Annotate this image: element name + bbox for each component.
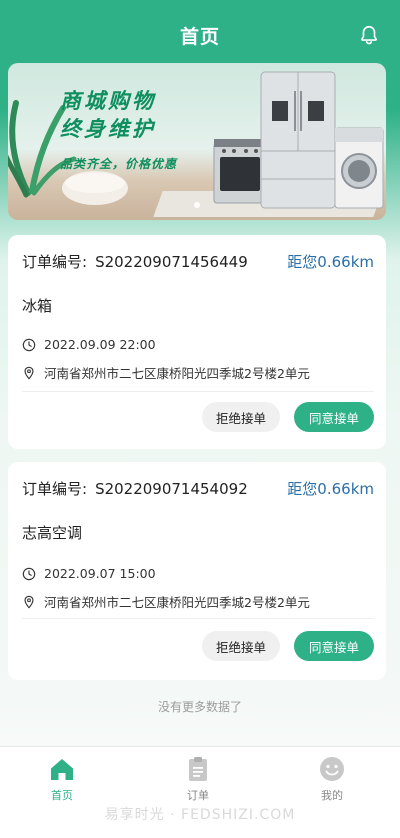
banner-slogan-line1: 商城购物 [60,89,156,113]
banner-slogan-line2: 终身维护 [60,117,156,141]
distance-label: 距您0.66km [287,253,374,271]
tab-home[interactable]: 首页 [22,755,102,803]
address-text: 河南省郑州市二七区康桥阳光四季城2号楼2单元 [44,366,310,381]
reject-order-button[interactable]: 拒绝接单 [202,631,280,661]
pouf-illustration [62,171,128,205]
address-text: 河南省郑州市二七区康桥阳光四季城2号楼2单元 [44,595,310,610]
accept-order-button[interactable]: 同意接单 [294,631,374,661]
datetime-text: 2022.09.09 22:00 [44,337,156,352]
order-address: 河南省郑州市二七区康桥阳光四季城2号楼2单元 [22,592,310,611]
page-title: 首页 [179,25,220,48]
order-number: S202209071454092 [95,480,248,498]
tab-orders-label: 订单 [187,789,209,802]
carousel-indicator [194,202,200,208]
order-card[interactable]: 订单编号: S202209071454092 距您0.66km 志高空调 2022… [8,462,386,680]
location-pin-icon [24,366,34,380]
order-number: S202209071456449 [95,253,248,271]
no-more-data-text: 没有更多数据了 [157,700,242,714]
order-number-label: 订单编号: [22,480,88,498]
tab-orders[interactable]: 订单 [158,755,238,803]
watermark-text: 易享时光 · FEDSHIZI.COM [104,807,296,823]
fridge-illustration [260,71,336,209]
bell-icon[interactable] [358,24,380,46]
banner-subline: 品类齐全，价格优惠 [60,157,178,171]
reject-order-button[interactable]: 拒绝接单 [202,402,280,432]
location-pin-icon [24,595,34,609]
order-number-label: 订单编号: [22,253,88,271]
home-icon [51,759,73,780]
product-name: 冰箱 [22,297,53,315]
card-divider [22,618,374,619]
clock-icon [22,338,36,351]
tab-profile[interactable]: 我的 [292,755,372,803]
washer-illustration [334,127,384,209]
distance-label: 距您0.66km [287,480,374,498]
promo-banner[interactable]: 商城购物 终身维护 品类齐全，价格优惠 [8,63,386,220]
datetime-text: 2022.09.07 15:00 [44,566,156,581]
clipboard-icon [189,757,207,781]
tab-home-label: 首页 [51,789,73,802]
order-card[interactable]: 订单编号: S202209071456449 距您0.66km 冰箱 2022.0… [8,235,386,449]
clock-icon [22,567,36,580]
top-bar: 首页 [0,0,400,70]
order-header: 订单编号: S202209071454092 距您0.66km [22,478,374,499]
order-datetime: 2022.09.07 15:00 [22,566,156,581]
order-datetime: 2022.09.09 22:00 [22,337,156,352]
tab-profile-label: 我的 [321,789,343,802]
order-address: 河南省郑州市二七区康桥阳光四季城2号楼2单元 [22,363,310,382]
product-name: 志高空调 [22,524,83,542]
card-divider [22,391,374,392]
bottom-tab-bar: 首页 订单 我的 [0,746,400,838]
app-screen: 首页 商城购物 终身维护 品类齐全，价格优惠 订单编号: S2022090714… [0,0,400,838]
smiley-icon [320,757,344,781]
accept-order-button[interactable]: 同意接单 [294,402,374,432]
order-header: 订单编号: S202209071456449 距您0.66km [22,251,374,272]
